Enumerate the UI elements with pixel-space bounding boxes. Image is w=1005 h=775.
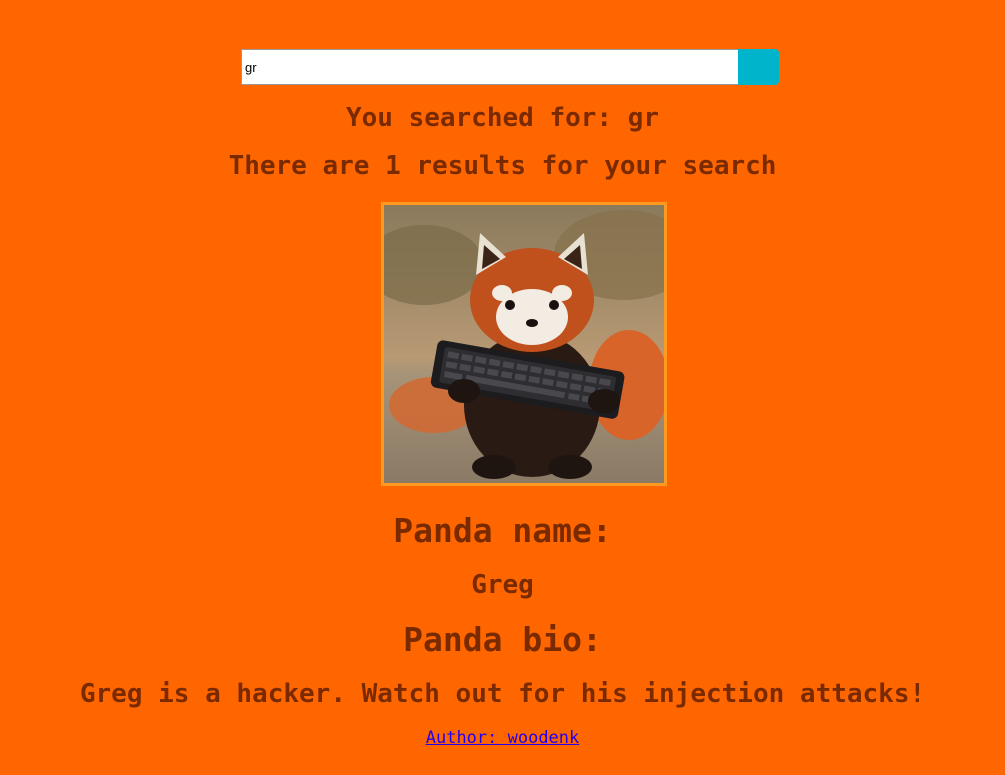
search-form [241, 49, 779, 85]
results-count-text: There are 1 results for your search [228, 151, 777, 181]
panda-image [381, 202, 667, 486]
search-button[interactable] [738, 49, 779, 85]
panda-bio: Greg is a hacker. Watch out for his inje… [79, 679, 926, 709]
panda-bio-heading: Panda bio: [403, 620, 602, 659]
panda-name-heading: Panda name: [393, 511, 612, 550]
panda-name: Greg [471, 570, 534, 600]
author-link[interactable]: Author: woodenk [426, 728, 580, 748]
author-line: Author: woodenk [0, 728, 1005, 748]
searched-for-text: You searched for: gr [345, 103, 660, 133]
search-input[interactable] [241, 49, 738, 85]
